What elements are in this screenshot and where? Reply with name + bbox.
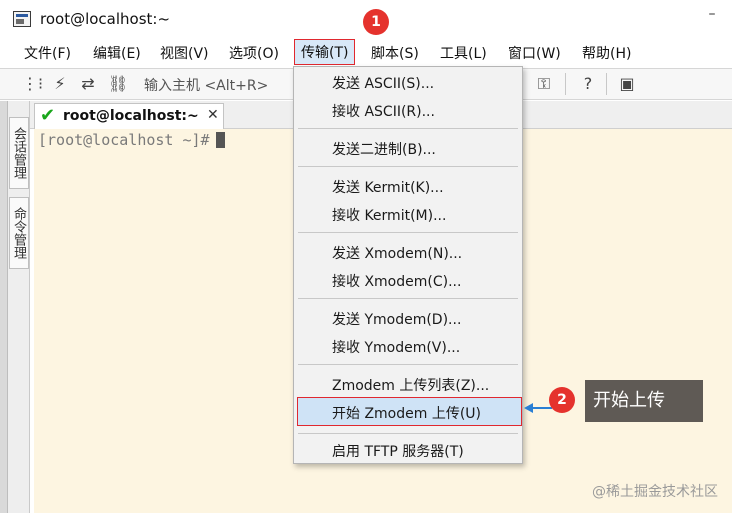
menu-send-xmodem[interactable]: 发送 Xmodem(N)... [332, 243, 462, 263]
menu-window[interactable]: 窗口(W) [508, 43, 561, 63]
connect-icon[interactable]: ⋮⁝ [22, 74, 43, 94]
menu-receive-xmodem[interactable]: 接收 Xmodem(C)... [332, 271, 461, 291]
menu-send-ymodem[interactable]: 发送 Ymodem(D)... [332, 309, 461, 329]
help-icon[interactable]: ? [578, 74, 598, 94]
menu-separator [298, 298, 518, 299]
menu-tools[interactable]: 工具(L) [440, 43, 487, 63]
command-manager-tab[interactable]: 命令管理 [9, 197, 29, 269]
menu-receive-ascii[interactable]: 接收 ASCII(R)... [332, 101, 435, 121]
session-tab-label: root@localhost:~ [63, 108, 199, 124]
menu-start-zmodem-upload[interactable]: 开始 Zmodem 上传(U) [332, 403, 481, 423]
menu-transfer[interactable]: 传输(T) [294, 39, 356, 65]
menu-file[interactable]: 文件(F) [24, 43, 71, 63]
menu-send-ascii[interactable]: 发送 ASCII(S)... [332, 73, 434, 93]
minimize-button[interactable]: – [704, 6, 720, 22]
session-tab[interactable]: ✔ root@localhost:~ ✕ [34, 103, 224, 129]
watermark: @稀土掘金技术社区 [592, 484, 718, 500]
menu-edit[interactable]: 编辑(E) [93, 43, 141, 63]
menu-send-kermit[interactable]: 发送 Kermit(K)... [332, 177, 444, 197]
menu-help[interactable]: 帮助(H) [582, 43, 631, 63]
key-icon[interactable]: ⚿ [534, 74, 554, 94]
disconnect-icon[interactable]: ⛓ [108, 74, 128, 94]
side-panel: 会话管理 命令管理 [8, 101, 30, 513]
menu-separator [298, 166, 518, 167]
screenshot-icon[interactable]: ▣ [617, 74, 637, 94]
menu-separator [298, 232, 518, 233]
terminal-cursor [215, 132, 225, 148]
menu-script[interactable]: 脚本(S) [371, 43, 419, 63]
terminal-prompt: [root@localhost ~]# [38, 131, 225, 149]
reconnect-icon[interactable]: ⇄ [78, 74, 98, 94]
quick-connect-icon[interactable]: ⚡ [50, 74, 70, 94]
step-badge-1: 1 [363, 9, 389, 35]
arrow-line [532, 407, 552, 409]
window-title: root@localhost:~ [40, 10, 171, 28]
menu-enable-tftp-server[interactable]: 启用 TFTP 服务器(T) [332, 441, 464, 461]
left-strip [0, 101, 8, 513]
session-manager-tab[interactable]: 会话管理 [9, 117, 29, 189]
menu-separator [298, 433, 518, 434]
app-icon [13, 11, 31, 27]
host-input[interactable]: 输入主机 <Alt+R> [144, 75, 268, 95]
menu-options[interactable]: 选项(O) [229, 43, 279, 63]
menu-send-binary[interactable]: 发送二进制(B)... [332, 139, 436, 159]
menu-zmodem-upload-list[interactable]: Zmodem 上传列表(Z)... [332, 375, 489, 395]
callout-start-upload: 开始上传 [585, 380, 703, 422]
menu-view[interactable]: 视图(V) [160, 43, 209, 63]
step-badge-2: 2 [549, 387, 575, 413]
menu-separator [298, 128, 518, 129]
menu-receive-kermit[interactable]: 接收 Kermit(M)... [332, 205, 446, 225]
toolbar-separator [565, 73, 566, 95]
connected-check-icon: ✔ [40, 105, 56, 126]
menu-receive-ymodem[interactable]: 接收 Ymodem(V)... [332, 337, 460, 357]
transfer-menu: 发送 ASCII(S)... 接收 ASCII(R)... 发送二进制(B)..… [293, 66, 523, 464]
menu-bar: 文件(F) 编辑(E) 视图(V) 选项(O) 传输(T) 脚本(S) 工具(L… [0, 38, 732, 66]
close-tab-icon[interactable]: ✕ [207, 107, 219, 123]
menu-separator [298, 364, 518, 365]
toolbar-separator [606, 73, 607, 95]
